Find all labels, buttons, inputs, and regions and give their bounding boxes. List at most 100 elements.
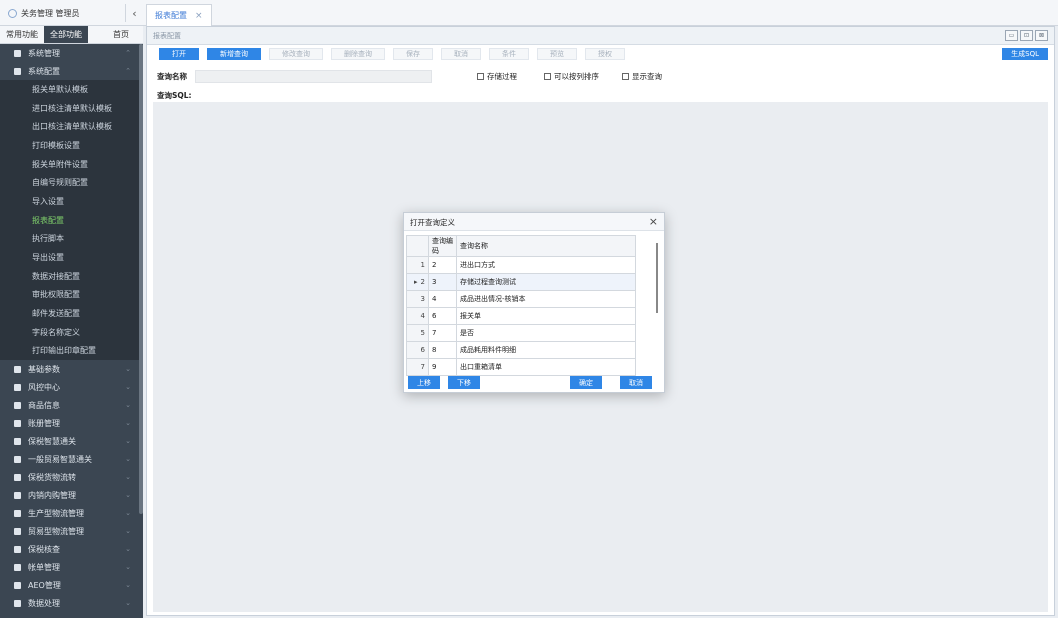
column-header-name[interactable]: 查询名称	[456, 235, 636, 257]
new-query-button[interactable]: 新增查询	[207, 48, 261, 60]
column-header-code[interactable]: 查询编码	[428, 235, 457, 257]
query-name-cell[interactable]: 成品耗用料件明细	[456, 341, 636, 359]
sidebar-subitem[interactable]: 打印输出印章配置	[0, 341, 143, 361]
sidebar-item-basic-params[interactable]: 基础参数 ⌄	[0, 360, 143, 378]
table-row[interactable]: ▸ 2 3 存储过程查询测试	[406, 273, 636, 291]
dialog-title: 打开查询定义	[410, 218, 455, 227]
row-number-value: 7	[420, 363, 425, 371]
minimize-icon[interactable]: ▭	[1005, 30, 1018, 41]
page-title: 报表配置	[153, 32, 181, 40]
query-code-cell[interactable]: 9	[428, 358, 457, 376]
sidebar-item-system-config[interactable]: 系统配置 ⌃	[0, 62, 143, 80]
query-name-cell[interactable]: 进出口方式	[456, 256, 636, 274]
condition-button[interactable]: 条件	[489, 48, 529, 60]
sidebar-subitem[interactable]: 进口核注清单默认模板	[0, 98, 143, 118]
table-row[interactable]: 3 4 成品进出情况-核销本	[406, 290, 636, 308]
table-row[interactable]: 1 2 进出口方式	[406, 256, 636, 274]
table-row[interactable]: 5 7 是否	[406, 324, 636, 342]
sidebar-item-trade-logistics[interactable]: 贸易型物流管理 ⌄	[0, 522, 143, 540]
delete-query-button[interactable]: 删除查询	[331, 48, 385, 60]
dialog-cancel-button[interactable]: 取消	[620, 376, 652, 389]
sidebar-item-data-processing[interactable]: 数据处理 ⌄	[0, 594, 143, 612]
close-icon[interactable]: ×	[649, 215, 658, 228]
query-name-cell[interactable]: 存储过程查询测试	[456, 273, 636, 291]
sidebar-subitem[interactable]: 字段名称定义	[0, 322, 143, 342]
close-icon[interactable]: ⊠	[1035, 30, 1048, 41]
grid-icon	[14, 49, 21, 57]
query-name-cell[interactable]: 出口重箱清单	[456, 358, 636, 376]
sortable-columns-checkbox[interactable]: 可以按列排序	[544, 71, 599, 82]
sidebar-item-ledger[interactable]: 账册管理 ⌄	[0, 414, 143, 432]
query-definition-table: 查询编码 查询名称 1 2 进出口方式 ▸ 2 3 存储过程查询测试 3 4 成品进出情况-核销本…	[406, 235, 636, 376]
row-selected-marker: ▸	[414, 278, 418, 286]
sidebar-subitem[interactable]: 导出设置	[0, 248, 143, 267]
sidebar-item-billing[interactable]: 帐单管理 ⌄	[0, 558, 143, 576]
tab-common-functions[interactable]: 常用功能	[0, 26, 44, 43]
sidebar-subitem[interactable]: 报关单附件设置	[0, 154, 143, 174]
sidebar-subitem[interactable]: 数据对接配置	[0, 266, 143, 286]
sidebar-subitem[interactable]: 打印模板设置	[0, 136, 143, 155]
dialog-scrollbar[interactable]	[656, 243, 658, 313]
table-row[interactable]: 4 6 报关单	[406, 307, 636, 325]
sidebar-item-bonded-flow[interactable]: 保税货物流转 ⌄	[0, 468, 143, 486]
sidebar-subitem[interactable]: 出口核注清单默认模板	[0, 117, 143, 137]
check-icon	[14, 509, 21, 517]
query-code-cell[interactable]: 3	[428, 273, 457, 291]
collapse-sidebar-button[interactable]: ‹	[125, 4, 143, 22]
sidebar-item-label: 基础参数	[28, 364, 60, 374]
sidebar-tabs: 常用功能 全部功能 首页	[0, 26, 143, 44]
table-row[interactable]: 7 9 出口重箱清单	[406, 358, 636, 376]
sidebar-subitem[interactable]: 自编号规则配置	[0, 173, 143, 193]
preview-button[interactable]: 预览	[537, 48, 577, 60]
move-up-button[interactable]: 上移	[408, 376, 440, 389]
tab-report-config[interactable]: 报表配置 ×	[146, 4, 212, 26]
sidebar-item-label: 一般贸易智慧通关	[28, 454, 92, 464]
app-title: 关务管理 管理员	[8, 0, 128, 26]
close-tab-icon[interactable]: ×	[195, 11, 203, 21]
sidebar-subitem-active[interactable]: 报表配置	[0, 210, 143, 230]
tab-all-functions[interactable]: 全部功能	[44, 26, 88, 43]
checkbox-icon	[622, 73, 629, 80]
authorize-button[interactable]: 授权	[585, 48, 625, 60]
move-down-button[interactable]: 下移	[448, 376, 480, 389]
open-button[interactable]: 打开	[159, 48, 199, 60]
sidebar-subitem[interactable]: 报关单默认模板	[0, 80, 143, 99]
query-name-input[interactable]	[195, 70, 432, 83]
query-code-cell[interactable]: 6	[428, 307, 457, 325]
query-code-cell[interactable]: 2	[428, 256, 457, 274]
sidebar-item-product-info[interactable]: 商品信息 ⌄	[0, 396, 143, 414]
query-code-cell[interactable]: 4	[428, 290, 457, 308]
chevron-down-icon: ⌄	[125, 509, 131, 518]
edit-query-button[interactable]: 修改查询	[269, 48, 323, 60]
maximize-icon[interactable]: ⊡	[1020, 30, 1033, 41]
sidebar-subitem[interactable]: 导入设置	[0, 192, 143, 211]
row-number: 4	[406, 307, 429, 325]
stored-procedure-checkbox[interactable]: 存储过程	[477, 71, 517, 82]
cancel-button[interactable]: 取消	[441, 48, 481, 60]
show-query-checkbox[interactable]: 显示查询	[622, 71, 662, 82]
chevron-down-icon: ⌄	[125, 437, 131, 446]
book-icon	[14, 419, 21, 427]
save-button[interactable]: 保存	[393, 48, 433, 60]
tab-home[interactable]: 首页	[107, 26, 135, 43]
sidebar-item-label: 系统管理	[28, 48, 60, 58]
query-code-cell[interactable]: 7	[428, 324, 457, 342]
sidebar-item-bonded-check[interactable]: 保税核查 ⌄	[0, 540, 143, 558]
query-name-cell[interactable]: 报关单	[456, 307, 636, 325]
sidebar-item-production-logistics[interactable]: 生产型物流管理 ⌄	[0, 504, 143, 522]
sidebar-item-aeo[interactable]: AEO管理 ⌄	[0, 576, 143, 594]
sidebar-item-system-management[interactable]: 系统管理 ⌃	[0, 44, 143, 62]
sidebar-subitem[interactable]: 执行脚本	[0, 229, 143, 249]
ok-button[interactable]: 确定	[570, 376, 602, 389]
sidebar-item-bonded-clearance[interactable]: 保税智慧通关 ⌄	[0, 432, 143, 450]
generate-sql-button[interactable]: 生成SQL	[1002, 48, 1048, 60]
sidebar-item-general-trade[interactable]: 一般贸易智慧通关 ⌄	[0, 450, 143, 468]
query-name-cell[interactable]: 成品进出情况-核销本	[456, 290, 636, 308]
query-name-cell[interactable]: 是否	[456, 324, 636, 342]
query-code-cell[interactable]: 8	[428, 341, 457, 359]
sidebar-item-risk-center[interactable]: 风控中心 ⌄	[0, 378, 143, 396]
sidebar-item-domestic[interactable]: 内销内购管理 ⌄	[0, 486, 143, 504]
table-row[interactable]: 6 8 成品耗用料件明细	[406, 341, 636, 359]
sidebar-subitem[interactable]: 邮件发送配置	[0, 304, 143, 323]
sidebar-subitem[interactable]: 审批权限配置	[0, 285, 143, 305]
